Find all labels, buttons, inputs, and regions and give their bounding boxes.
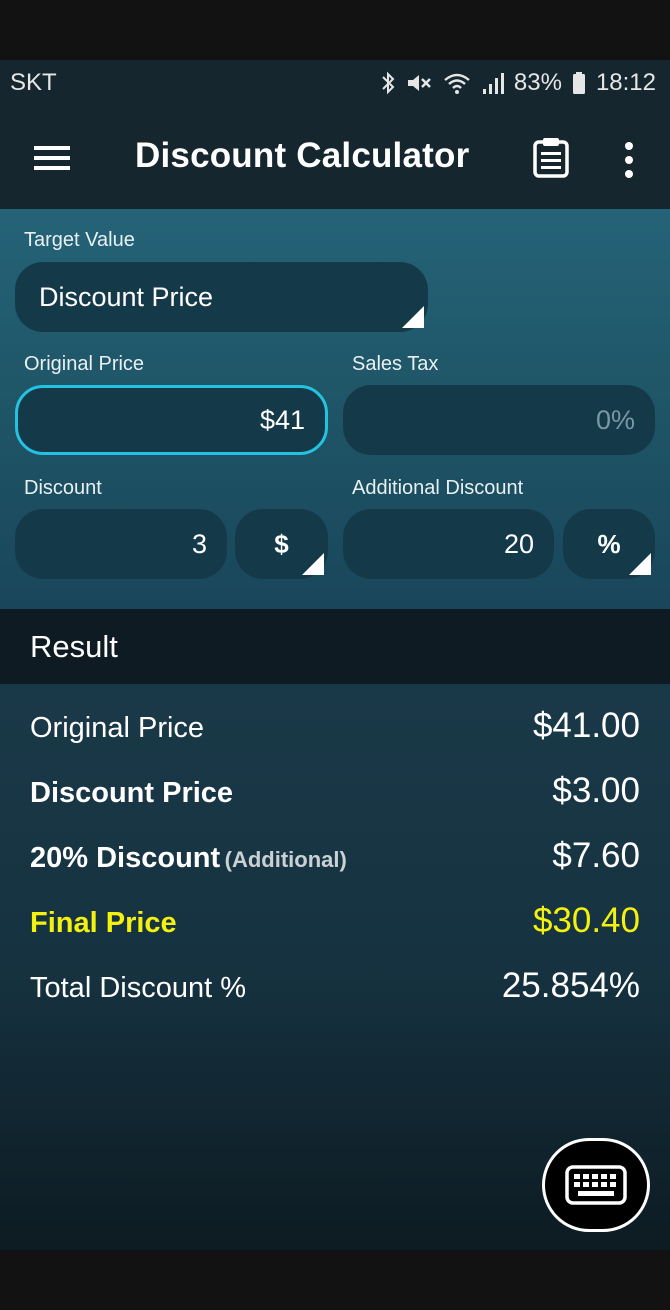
sales-tax-label: Sales Tax [352, 353, 439, 375]
result-row-total-discount: Total Discount % 25.854% [30, 966, 640, 1006]
result-label: Total Discount % [30, 972, 246, 1004]
discount-input[interactable]: 3 [15, 509, 227, 579]
original-price-input[interactable]: $41 [15, 385, 328, 455]
keyboard-icon [565, 1165, 627, 1205]
app-title: Discount Calculator [135, 136, 470, 175]
signal-icon [482, 73, 504, 94]
additional-discount-label: Additional Discount [352, 477, 524, 499]
target-value-label: Target Value [24, 229, 135, 251]
original-price-label: Original Price [24, 353, 145, 375]
status-icons: 83% 18:12 [380, 69, 656, 97]
result-value: 25.854% [501, 966, 640, 1005]
bluetooth-icon [382, 71, 395, 95]
result-value: $3.00 [552, 771, 640, 810]
results-panel: Original Price $41.00 Discount Price $3.… [0, 684, 670, 1250]
original-price-value: $41 [259, 404, 305, 435]
clipboard-icon[interactable] [531, 136, 571, 180]
result-label-group: 20% Discount (Additional) [30, 842, 347, 875]
result-sublabel: (Additional) [224, 847, 347, 872]
result-label: Original Price [30, 712, 205, 744]
result-row-final-price: Final Price $30.40 [30, 901, 640, 941]
discount-value: 3 [191, 528, 207, 559]
target-value-selected: Discount Price [39, 281, 214, 312]
mute-icon [407, 75, 431, 91]
input-panel: Target Value Discount Price Original Pri… [0, 209, 670, 609]
result-row-original-price: Original Price $41.00 [30, 706, 640, 746]
sales-tax-input[interactable]: 0% [343, 385, 655, 455]
result-value: $30.40 [532, 901, 640, 940]
additional-discount-input[interactable]: 20 [343, 509, 554, 579]
dropdown-corner-icon [629, 553, 651, 575]
result-value: $41.00 [532, 706, 640, 745]
target-value-dropdown[interactable]: Discount Price [15, 262, 428, 332]
discount-unit-dropdown[interactable]: $ [235, 509, 328, 579]
status-bar: SKT 83% 18:12 [0, 60, 670, 106]
top-black-bar [0, 0, 670, 60]
sales-tax-placeholder: 0% [595, 404, 635, 435]
keyboard-button[interactable] [542, 1138, 650, 1232]
result-header: Result [0, 609, 670, 684]
additional-discount-value: 20 [503, 528, 534, 559]
result-label: 20% Discount [30, 842, 221, 874]
dropdown-corner-icon [402, 306, 424, 328]
battery-icon [572, 72, 585, 94]
menu-icon[interactable] [34, 144, 70, 172]
more-vert-icon[interactable] [618, 142, 640, 178]
discount-label: Discount [24, 477, 102, 499]
result-label: Final Price [30, 907, 177, 939]
result-value: $7.60 [552, 836, 640, 875]
result-label: Discount Price [30, 777, 234, 809]
result-row-additional-discount: 20% Discount (Additional) $7.60 [30, 836, 640, 876]
result-row-discount-price: Discount Price $3.00 [30, 771, 640, 811]
battery-percent: 83% [513, 69, 562, 96]
additional-discount-unit-dropdown[interactable]: % [563, 509, 655, 579]
app-bar: Discount Calculator [0, 106, 670, 209]
dropdown-corner-icon [302, 553, 324, 575]
carrier-label: SKT [10, 69, 57, 96]
bottom-black-bar [0, 1250, 670, 1310]
wifi-icon [444, 73, 470, 94]
clock-time: 18:12 [595, 69, 656, 96]
